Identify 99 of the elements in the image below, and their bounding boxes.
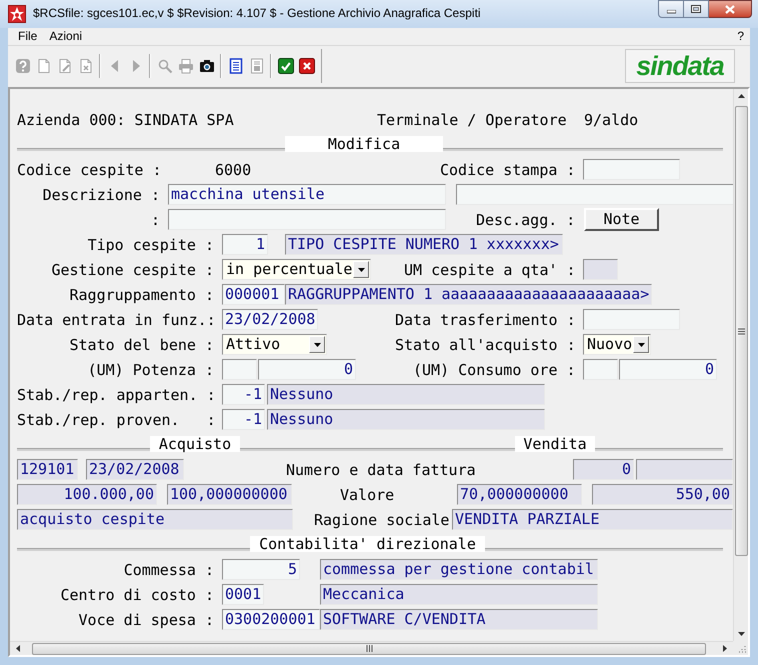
section-title: Acquisto <box>150 436 240 452</box>
field-label: (UM) Potenza : <box>86 360 214 380</box>
read-only-field: VENDITA PARZIALE <box>452 509 733 530</box>
app-icon <box>8 5 26 23</box>
resize-grip-icon[interactable] <box>738 645 746 653</box>
close-icon[interactable] <box>298 58 314 74</box>
scrollbar-thumb[interactable] <box>734 106 748 556</box>
read-only-field: 0 <box>573 459 634 480</box>
read-only-field: 70,000000000 <box>457 484 582 505</box>
close-button[interactable] <box>709 0 752 18</box>
check-icon[interactable] <box>278 58 294 74</box>
grip-icon <box>738 328 744 334</box>
read-only-field: 550,00 <box>592 484 733 505</box>
field-label: Commessa : <box>122 560 214 580</box>
dropdown[interactable]: in percentuale <box>222 259 371 280</box>
text-field[interactable] <box>222 359 257 380</box>
field-label: Desc.agg. : <box>476 210 575 230</box>
read-only-field: 100.000,00 <box>17 484 157 505</box>
minimize-button[interactable] <box>658 0 684 18</box>
read-only-field: Nessuno <box>267 409 545 430</box>
scrollbar-thumb[interactable] <box>32 642 706 654</box>
section-title: Modifica <box>285 136 443 152</box>
section-title: Contabilita' direzionale <box>250 536 485 552</box>
caret-icon <box>638 342 644 346</box>
logo: sindata <box>636 51 724 81</box>
maximize-icon <box>691 5 701 13</box>
field-label: Tipo cespite : <box>86 234 214 254</box>
camera-icon[interactable] <box>198 58 214 74</box>
section-title: Vendita <box>515 436 595 452</box>
text-field[interactable] <box>583 359 618 380</box>
text-field[interactable]: 0 <box>619 359 717 380</box>
dropdown[interactable]: Nuovo <box>583 334 651 355</box>
read-only-field: 129101 <box>17 459 78 480</box>
text-field[interactable] <box>168 209 446 230</box>
caret-icon <box>314 342 320 346</box>
text-field[interactable]: 0300200001 <box>222 609 320 630</box>
note-button[interactable]: Note <box>584 208 659 231</box>
dropdown[interactable]: Attivo <box>222 334 327 355</box>
text-field[interactable]: 0001 <box>222 584 264 605</box>
vertical-scrollbar[interactable] <box>733 89 748 641</box>
maximize-button[interactable] <box>684 0 709 18</box>
field-label: (UM) Consumo ore : <box>413 360 575 380</box>
field-label: Stato all'acquisto : <box>395 334 575 354</box>
field-value: 6000 <box>215 160 251 180</box>
field-label: Stab./rep. proven. : <box>17 410 215 430</box>
field-label: Stato del bene : <box>68 334 214 354</box>
read-only-field: commessa per gestione contabil <box>320 559 598 580</box>
field-label: Gestione cespite : <box>50 260 214 280</box>
field-label: Centro di costo : <box>59 584 214 604</box>
field-label: UM cespite a qta' : <box>404 260 575 280</box>
help-menu[interactable]: ? <box>737 29 744 44</box>
field-label: Codice stampa : <box>440 160 575 180</box>
text-field[interactable] <box>583 309 680 330</box>
right-arrow-icon[interactable] <box>723 645 727 652</box>
read-only-field: 100,000000000 <box>167 484 292 505</box>
menu-item[interactable]: Azioni <box>49 29 82 44</box>
read-only-field: Nessuno <box>267 384 545 405</box>
field-label: Valore <box>340 484 394 504</box>
horizontal-scrollbar[interactable] <box>10 641 733 655</box>
field-label: Numero e data fattura <box>286 460 475 480</box>
read-only-field <box>583 259 618 280</box>
text-field[interactable]: 000001 <box>222 284 285 305</box>
text-field[interactable]: 0 <box>258 359 356 380</box>
window-title: $RCSfile: sgces101.ec,v $ $Revision: 4.107 $ - Gestione Archivio Anagrafica Cespiti <box>33 6 481 21</box>
field-label: Raggruppamento : <box>68 284 214 304</box>
document-lines-icon[interactable] <box>228 58 244 74</box>
caret-icon <box>358 268 364 272</box>
field-label: Data entrata in funz.: <box>17 310 215 330</box>
read-only-field: 23/02/2008 <box>86 459 184 480</box>
field-label: Descrizione : <box>42 184 160 204</box>
minimize-icon <box>666 10 676 14</box>
text-field[interactable] <box>456 184 733 205</box>
menu-item[interactable]: File <box>18 29 38 44</box>
field-label: 9/aldo <box>584 110 638 130</box>
text-field[interactable] <box>583 159 680 180</box>
read-only-field: TIPO CESPITE NUMERO 1 xxxxxxx> <box>285 234 563 255</box>
text-field[interactable]: 5 <box>222 559 300 580</box>
field-label: : <box>150 210 160 230</box>
field-label: Stab./rep. apparten. : <box>17 384 215 404</box>
field-label: Voce di spesa : <box>78 610 214 630</box>
text-field[interactable]: 1 <box>222 234 268 255</box>
field-label: Terminale / Operatore <box>377 110 566 130</box>
text-field[interactable]: -1 <box>222 384 265 405</box>
read-only-field: SOFTWARE C/VENDITA <box>320 609 598 630</box>
text-field[interactable]: macchina utensile <box>168 184 446 205</box>
read-only-field: RAGGRUPPAMENTO 1 aaaaaaaaaaaaaaaaaaaaaa> <box>285 284 652 305</box>
up-arrow-icon[interactable] <box>738 94 744 98</box>
text-field[interactable]: 23/02/2008 <box>222 309 318 330</box>
field-label: Codice cespite : <box>17 160 161 180</box>
field-label: Data trasferimento : <box>395 310 575 330</box>
field-label: Ragione sociale <box>314 510 449 530</box>
grip-icon <box>366 645 372 652</box>
down-arrow-icon[interactable] <box>738 632 744 636</box>
read-only-field: acquisto cespite <box>17 509 293 530</box>
close-icon <box>725 4 735 14</box>
field-label: Azienda 000: SINDATA SPA <box>17 110 233 130</box>
left-arrow-icon[interactable] <box>16 645 20 652</box>
text-field[interactable]: -1 <box>222 409 265 430</box>
read-only-field: Meccanica <box>320 584 598 605</box>
